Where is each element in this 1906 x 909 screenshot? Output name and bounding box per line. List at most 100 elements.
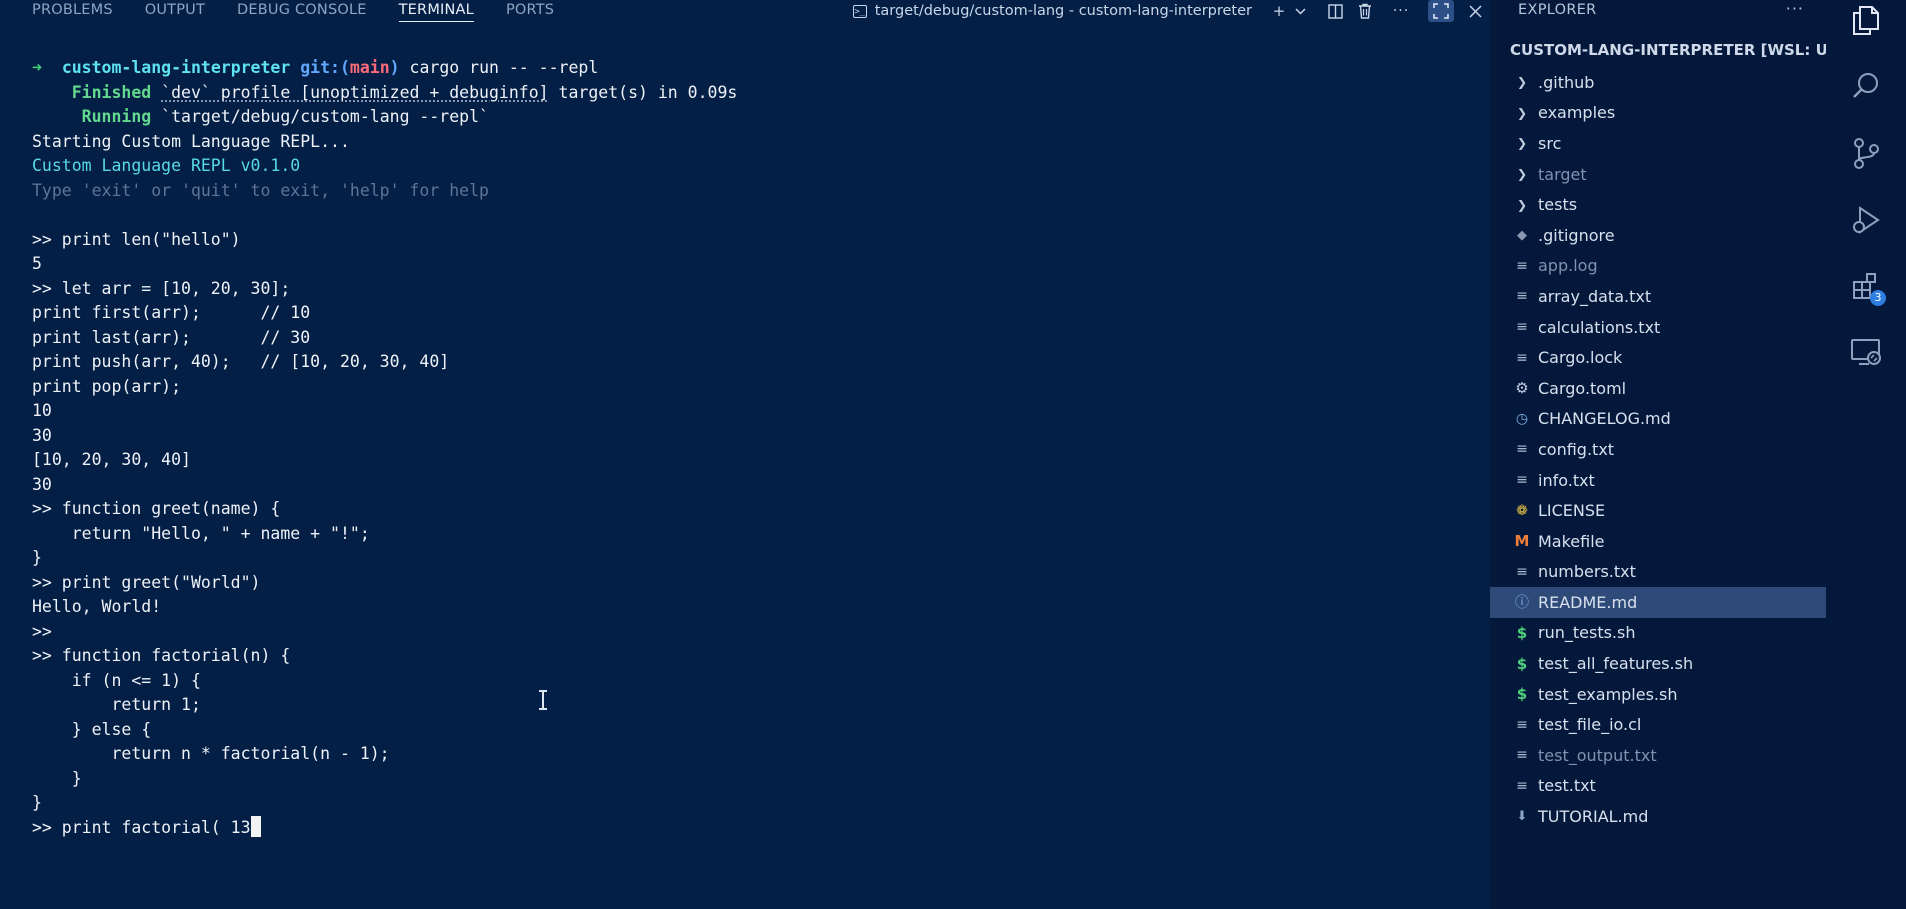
close-panel-button[interactable]	[1462, 0, 1488, 22]
activity-search-button[interactable]	[1826, 58, 1906, 114]
output-line: } else {	[32, 719, 152, 739]
tab-terminal[interactable]: TERMINAL	[398, 0, 474, 22]
chevron-right-icon: ❯	[1516, 105, 1528, 120]
file-tree-item[interactable]: ≡ test_output.txt	[1490, 740, 1826, 771]
file-tree-item[interactable]: ❯ src	[1490, 128, 1826, 159]
file-tree-item[interactable]: ❯ examples	[1490, 98, 1826, 129]
output-line: if (n <= 1) {	[32, 670, 201, 690]
finished-rest: target(s) in 0.09s	[548, 82, 738, 102]
file-tree-item-label: test_output.txt	[1538, 745, 1657, 765]
download-icon: ⬇	[1516, 809, 1528, 825]
file-tree-item[interactable]: M Makefile	[1490, 526, 1826, 557]
activity-run-debug-button[interactable]	[1826, 192, 1906, 248]
file-tree-item[interactable]: ≡ app.log	[1490, 251, 1826, 282]
tab-problems[interactable]: PROBLEMS	[32, 0, 113, 22]
terminal-icon: >_	[852, 4, 867, 18]
file-tree: ❯ .github ❯ examples ❯ src ❯ target ❯ tests ◆ .giti…	[1490, 67, 1826, 832]
file-tree-item[interactable]: $ test_all_features.sh	[1490, 648, 1826, 679]
output-line: >> print greet("World")	[32, 572, 261, 592]
output-line: print pop(arr);	[32, 376, 182, 396]
file-tree-item[interactable]: ❁ LICENSE	[1490, 495, 1826, 526]
terminal-dropdown-button[interactable]	[1292, 0, 1308, 22]
git-icon: ◆	[1517, 227, 1527, 243]
current-input-line[interactable]: >> print factorial( 13	[32, 815, 1472, 841]
file-tree-item[interactable]: $ run_tests.sh	[1490, 618, 1826, 649]
file-tree-item[interactable]: ≡ numbers.txt	[1490, 557, 1826, 588]
file-tree-item[interactable]: ⓘ README.md	[1490, 587, 1826, 618]
file-tree-item-label: LICENSE	[1538, 501, 1606, 521]
output-line: }	[32, 793, 42, 812]
activity-source-control-button[interactable]	[1826, 125, 1906, 181]
prompt-command: cargo run -- --repl	[399, 58, 599, 77]
source-control-icon	[1854, 138, 1879, 169]
ellipsis-icon: ···	[1392, 3, 1410, 19]
split-icon	[1327, 3, 1343, 19]
lines-icon: ≡	[1516, 747, 1528, 764]
activity-explorer-button[interactable]	[1826, 0, 1906, 48]
file-tree-item-label: examples	[1538, 103, 1616, 123]
lines-icon: ≡	[1516, 472, 1528, 489]
explorer-more-button[interactable]: ···	[1786, 0, 1804, 18]
file-tree-item[interactable]: ❯ .github	[1490, 67, 1826, 98]
gear-icon: ⚙	[1515, 379, 1529, 398]
new-terminal-button[interactable]: +	[1266, 0, 1292, 22]
tab-ports[interactable]: PORTS	[506, 0, 554, 22]
chevron-right-icon: ❯	[1516, 167, 1528, 182]
prompt-branch: main	[349, 58, 390, 77]
kill-terminal-button[interactable]	[1352, 0, 1378, 22]
project-folder-header[interactable]: CUSTOM-LANG-INTERPRETER [WSL: UB...	[1490, 38, 1826, 62]
activity-remote-explorer-button[interactable]	[1826, 324, 1906, 380]
file-tree-item[interactable]: ⚙ Cargo.toml	[1490, 373, 1826, 404]
plus-icon: +	[1272, 2, 1286, 20]
lines-icon: ≡	[1516, 777, 1528, 794]
terminal-instance-title[interactable]: >_ target/debug/custom-lang - custom-lan…	[852, 3, 1252, 19]
chevron-right-icon: ❯	[1516, 136, 1528, 151]
file-tree-item-label: test_file_io.cl	[1538, 715, 1642, 735]
output-line: }	[32, 548, 42, 567]
activity-extensions-button[interactable]	[1826, 258, 1906, 314]
file-tree-item[interactable]: ⬇ TUTORIAL.md	[1490, 801, 1826, 832]
vscode-window: PROBLEMS OUTPUT DEBUG CONSOLE TERMINAL P…	[0, 0, 1906, 909]
prompt-arrow: ➜	[32, 58, 42, 77]
dollar-icon: $	[1516, 654, 1528, 673]
file-tree-item-label: tests	[1538, 195, 1578, 215]
file-tree-item[interactable]: ≡ calculations.txt	[1490, 312, 1826, 343]
maximize-panel-button[interactable]	[1428, 0, 1454, 22]
tab-debug-console[interactable]: DEBUG CONSOLE	[237, 0, 367, 22]
file-tree-item[interactable]: ≡ info.txt	[1490, 465, 1826, 496]
explorer-title: EXPLORER	[1518, 2, 1597, 18]
file-tree-item-label: Makefile	[1538, 531, 1605, 551]
maximize-icon	[1433, 3, 1449, 19]
output-line: >> let arr = [10, 20, 30];	[32, 278, 291, 298]
file-tree-item[interactable]: $ test_examples.sh	[1490, 679, 1826, 710]
remote-explorer-icon	[1851, 339, 1881, 365]
file-tree-item-label: README.md	[1538, 592, 1638, 612]
clock-icon: ◷	[1515, 410, 1529, 427]
lines-icon: ≡	[1516, 257, 1528, 274]
output-line: >>	[32, 621, 52, 641]
file-tree-item[interactable]: ≡ array_data.txt	[1490, 281, 1826, 312]
output-line: return n * factorial(n - 1);	[32, 744, 390, 763]
file-tree-item[interactable]: ◆ .gitignore	[1490, 220, 1826, 251]
output-line: >> function factorial(n) {	[32, 646, 291, 665]
file-tree-item[interactable]: ≡ Cargo.lock	[1490, 342, 1826, 373]
file-tree-item[interactable]: ◷ CHANGELOG.md	[1490, 404, 1826, 435]
output-line: Hello, World!	[32, 597, 162, 616]
split-terminal-button[interactable]	[1322, 0, 1348, 22]
chevron-right-icon: ❯	[1516, 75, 1528, 90]
finished-profile: `dev` profile [unoptimized + debuginfo]	[161, 82, 549, 102]
file-tree-item-label: numbers.txt	[1538, 562, 1636, 582]
close-icon	[1468, 4, 1482, 18]
lines-icon: ≡	[1516, 288, 1528, 305]
file-tree-item[interactable]: ❯ tests	[1490, 189, 1826, 220]
file-tree-item[interactable]: ≡ config.txt	[1490, 434, 1826, 465]
info-icon: ⓘ	[1515, 595, 1529, 612]
file-tree-item[interactable]: ❯ target	[1490, 159, 1826, 190]
more-actions-button[interactable]: ···	[1388, 0, 1414, 22]
file-tree-item[interactable]: ≡ test.txt	[1490, 771, 1826, 802]
chevron-right-icon: ❯	[1516, 197, 1528, 212]
terminal-output[interactable]: ➜ custom-lang-interpreter git:(main) car…	[32, 56, 1472, 840]
tab-output[interactable]: OUTPUT	[145, 0, 205, 22]
running-label: Running	[81, 107, 152, 126]
file-tree-item[interactable]: ≡ test_file_io.cl	[1490, 709, 1826, 740]
